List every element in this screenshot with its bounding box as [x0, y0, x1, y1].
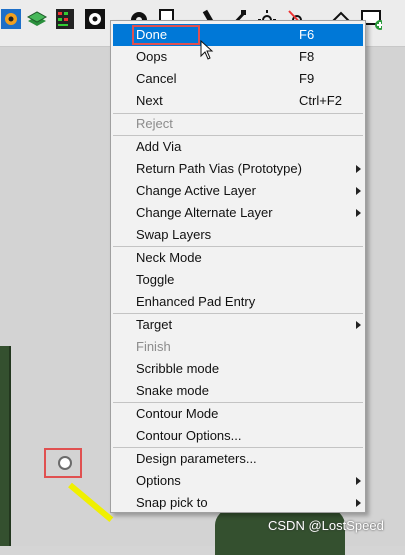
menu-item-reject: Reject	[113, 113, 363, 135]
menu-item-design-parameters[interactable]: Design parameters...	[113, 448, 363, 470]
menu-item-shortcut: F8	[299, 49, 315, 64]
menu-item-return-path-vias[interactable]: Return Path Vias (Prototype)	[113, 158, 363, 180]
menu-item-label: Contour Options...	[136, 428, 242, 443]
submenu-arrow-icon	[356, 187, 361, 195]
menu-item-options[interactable]: Options	[113, 470, 363, 492]
menu-item-neck-mode[interactable]: Neck Mode	[113, 247, 363, 269]
menu-item-change-active-layer[interactable]: Change Active Layer	[113, 180, 363, 202]
menu-item-scribble-mode[interactable]: Scribble mode	[113, 358, 363, 380]
menu-item-add-via[interactable]: Add Via	[113, 136, 363, 158]
menu-item-shortcut: Ctrl+F2	[299, 93, 342, 108]
pad-circle[interactable]	[58, 456, 72, 470]
menu-item-enhanced-pad-entry[interactable]: Enhanced Pad Entry	[113, 291, 363, 313]
menu-item-label: Change Active Layer	[136, 183, 256, 198]
menu-item-snake-mode[interactable]: Snake mode	[113, 380, 363, 402]
menu-item-label: Finish	[136, 339, 171, 354]
menu-item-toggle[interactable]: Toggle	[113, 269, 363, 291]
menu-item-shortcut: F6	[299, 27, 315, 42]
submenu-arrow-icon	[356, 477, 361, 485]
menu-item-label: Done	[136, 27, 168, 42]
pad[interactable]	[44, 448, 84, 480]
menu-item-snap-pick-to[interactable]: Snap pick to	[113, 492, 363, 514]
menu-item-label: Add Via	[136, 139, 182, 154]
context-menu: Done F6 Oops F8 Cancel F9 Next Ctrl+F2 R…	[110, 20, 366, 513]
submenu-arrow-icon	[356, 209, 361, 217]
menu-item-label: Snake mode	[136, 383, 209, 398]
menu-item-finish: Finish	[113, 336, 363, 358]
menu-item-label: Options	[136, 473, 181, 488]
menu-item-oops[interactable]: Oops F8	[113, 46, 363, 68]
menu-item-label: Change Alternate Layer	[136, 205, 273, 220]
menu-item-label: Oops	[136, 49, 168, 64]
menu-item-label: Toggle	[136, 272, 175, 287]
database-icon[interactable]	[54, 7, 76, 31]
menu-item-label: Target	[136, 317, 173, 332]
menu-item-label: Cancel	[136, 71, 177, 86]
menu-item-change-alternate-layer[interactable]: Change Alternate Layer	[113, 202, 363, 224]
settings-icon[interactable]	[84, 7, 106, 31]
layers-icon[interactable]	[26, 7, 48, 31]
menu-item-target[interactable]: Target	[113, 314, 363, 336]
menu-item-contour-options[interactable]: Contour Options...	[113, 425, 363, 447]
submenu-arrow-icon	[356, 321, 361, 329]
menu-item-next[interactable]: Next Ctrl+F2	[113, 90, 363, 112]
menu-item-label: Swap Layers	[136, 227, 212, 242]
menu-item-label: Enhanced Pad Entry	[136, 294, 256, 309]
menu-item-shortcut: F9	[299, 71, 315, 86]
menu-item-label: Reject	[136, 116, 173, 131]
menu-item-label: Design parameters...	[136, 451, 257, 466]
menu-item-label: Next	[136, 93, 163, 108]
menu-item-label: Return Path Vias (Prototype)	[136, 161, 302, 176]
menu-item-label: Contour Mode	[136, 406, 219, 421]
menu-item-cancel[interactable]: Cancel F9	[113, 68, 363, 90]
menu-item-contour-mode[interactable]: Contour Mode	[113, 403, 363, 425]
menu-item-label: Snap pick to	[136, 495, 208, 510]
pad-stack-icon[interactable]	[0, 7, 22, 31]
menu-item-swap-layers[interactable]: Swap Layers	[113, 224, 363, 246]
watermark: CSDN @LostSpeed	[268, 518, 384, 533]
submenu-arrow-icon	[356, 499, 361, 507]
submenu-arrow-icon	[356, 165, 361, 173]
mouse-cursor-icon	[200, 40, 214, 60]
menu-item-label: Scribble mode	[136, 361, 220, 376]
menu-item-label: Neck Mode	[136, 250, 202, 265]
board-outline	[0, 346, 11, 546]
menu-item-done[interactable]: Done F6	[113, 24, 363, 46]
